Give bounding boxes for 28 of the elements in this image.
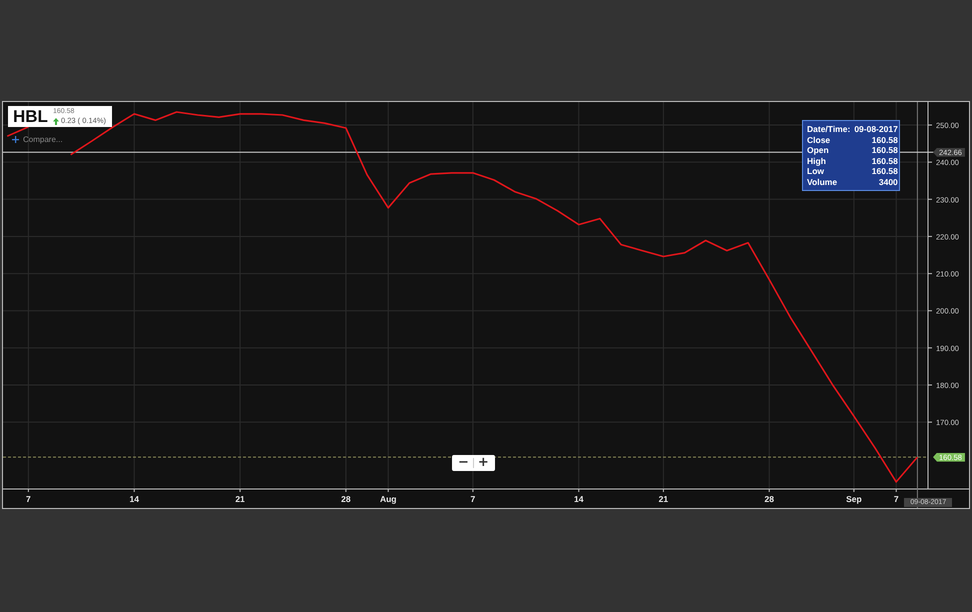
tooltip-value: 160.58: [870, 156, 898, 166]
axis-label: 28: [341, 494, 351, 504]
axis-label: 28: [764, 494, 774, 504]
symbol-name: HBL: [13, 108, 48, 125]
axis-label: 14: [130, 494, 139, 504]
axis-label: 7: [894, 494, 899, 504]
tooltip-label: Low: [807, 166, 825, 176]
plus-icon[interactable]: [12, 136, 19, 143]
axis-label: 21: [235, 494, 245, 504]
tooltip-value: 09-08-2017: [854, 124, 898, 134]
tooltip-value: 160.58: [870, 134, 898, 145]
axis-label: 14: [574, 494, 584, 504]
axis-label: 21: [658, 494, 668, 504]
axis-label: Aug: [380, 494, 396, 504]
compare-link[interactable]: Compare...: [23, 135, 63, 144]
zoom-in-button[interactable]: +: [474, 455, 493, 471]
axis-label: 7: [470, 494, 476, 504]
axis-label: 7: [26, 494, 31, 504]
tooltip-label: Date/Time:: [807, 124, 850, 134]
zoom-out-button[interactable]: −: [454, 455, 473, 471]
tooltip-label: Volume: [807, 176, 838, 187]
tooltip-value: 3400: [878, 176, 898, 187]
tooltip-label: High: [807, 156, 827, 166]
axis-label: Sep: [846, 494, 862, 504]
tooltip-label: Close: [807, 134, 832, 145]
tooltip-label: Open: [807, 145, 830, 156]
tooltip-value: 160.58: [870, 166, 898, 176]
tooltip-value: 160.58: [870, 145, 898, 156]
